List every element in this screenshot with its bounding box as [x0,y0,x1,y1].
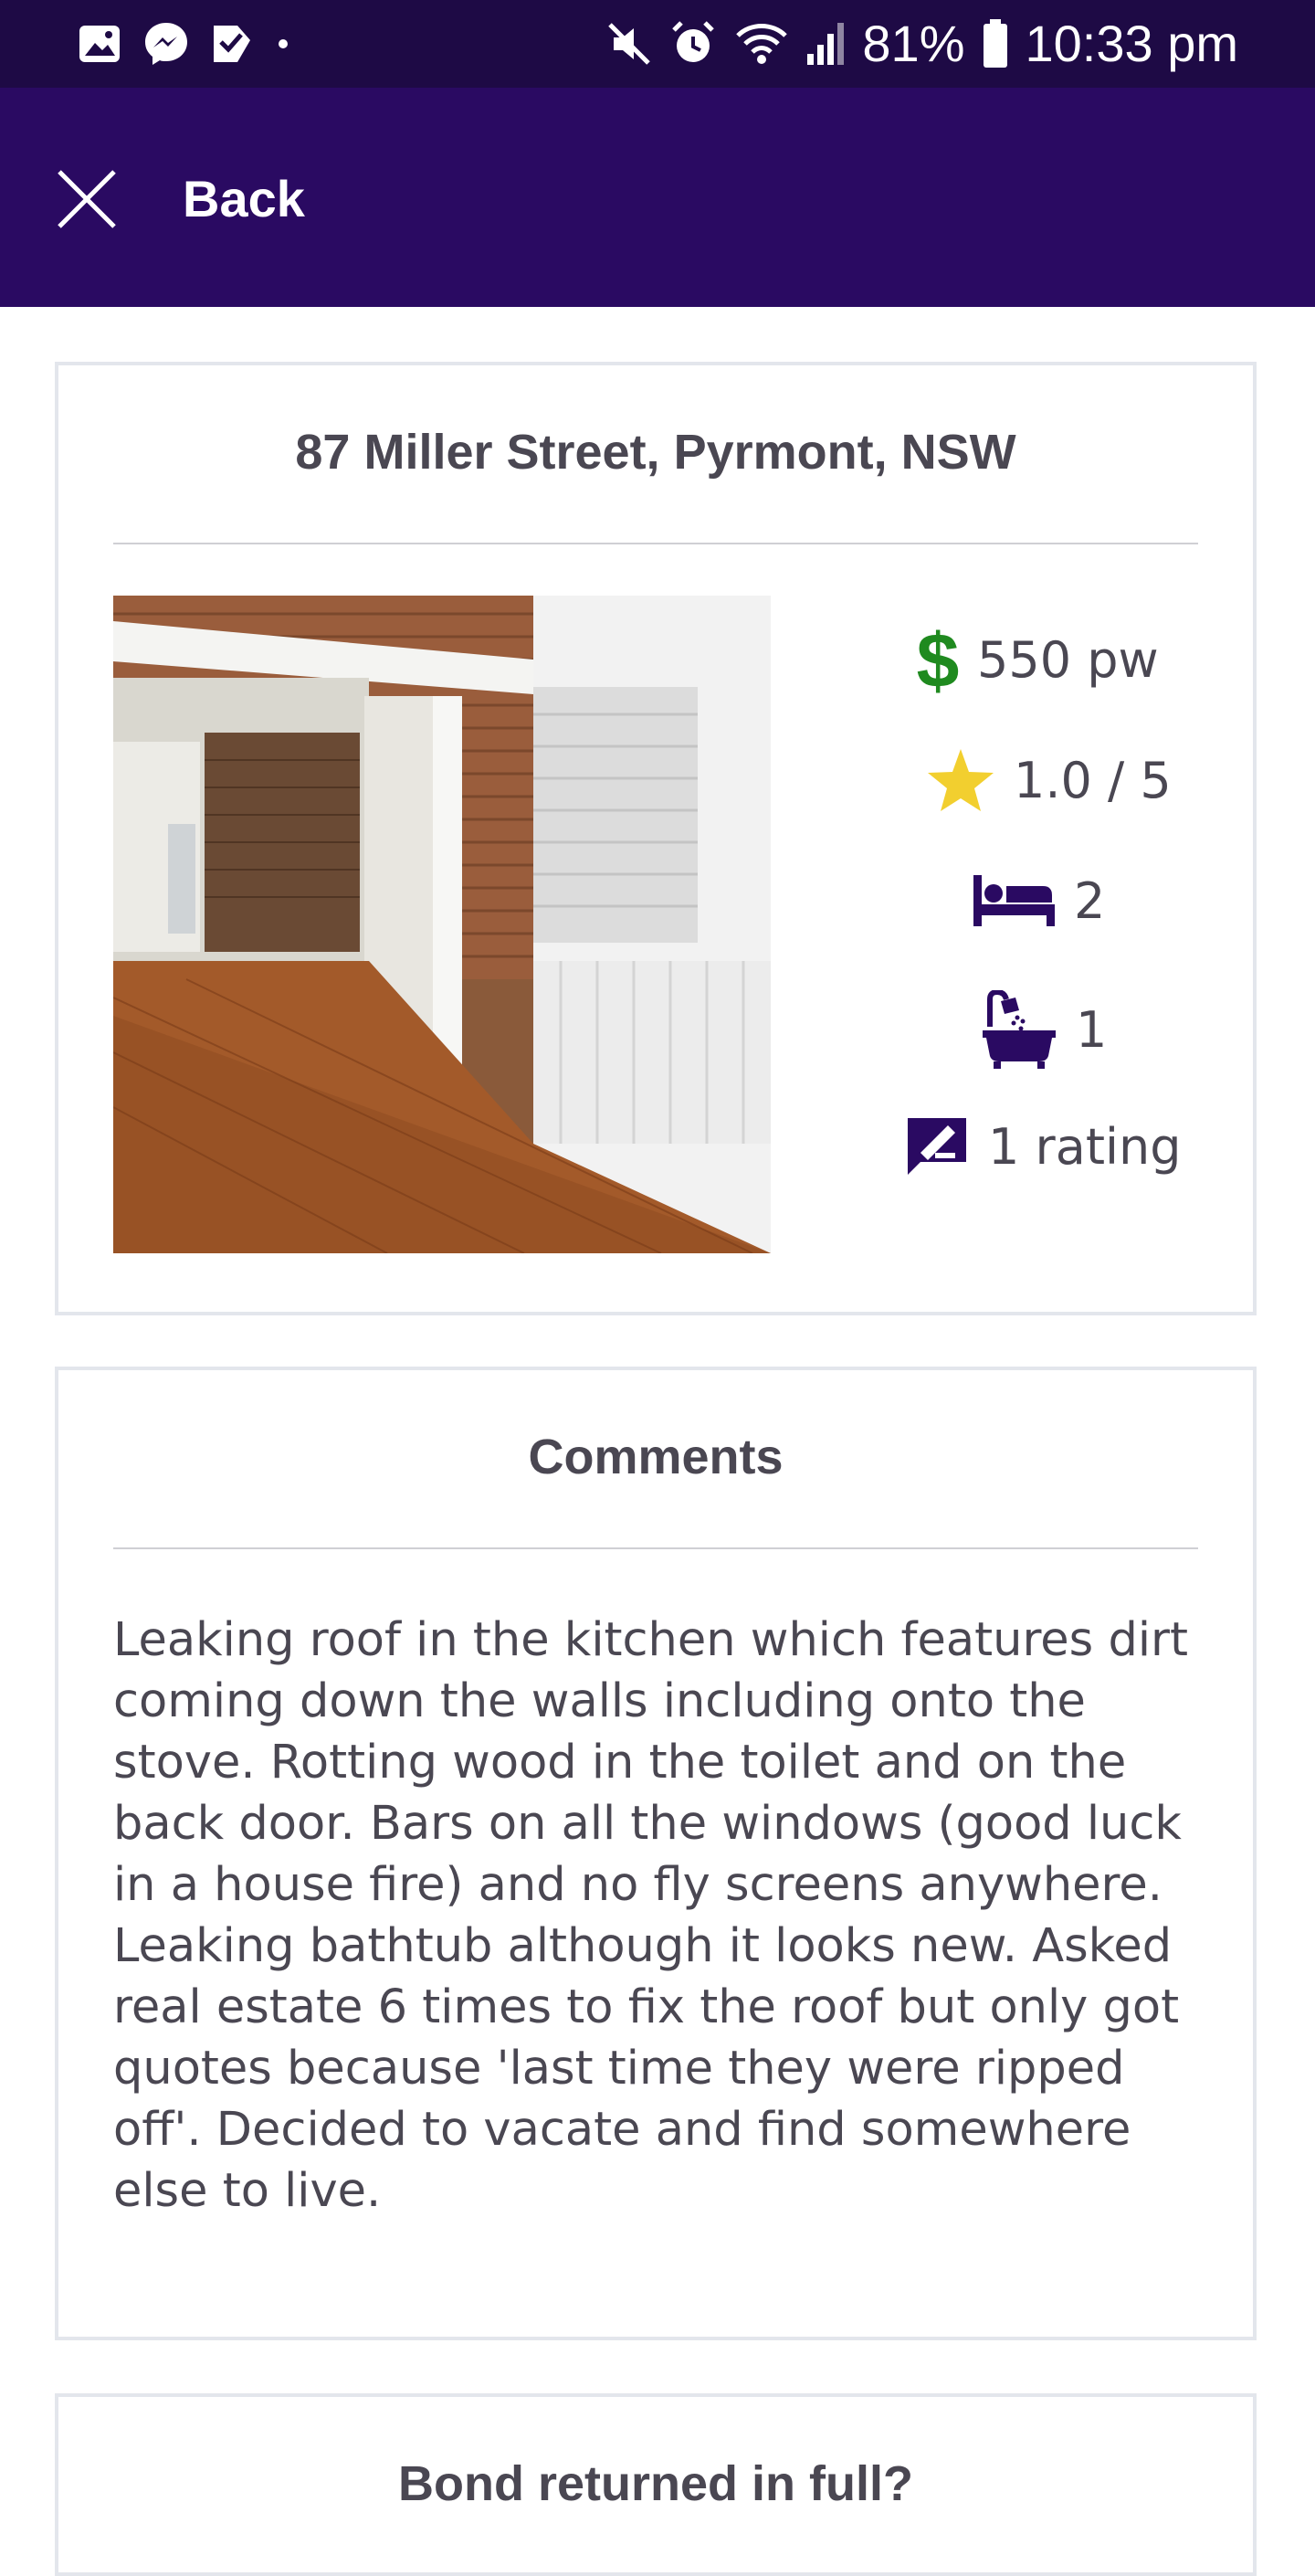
dot-icon [279,39,288,48]
back-button[interactable]: Back [55,166,305,232]
battery-percent: 81% [862,15,965,72]
status-left-icons [77,20,292,68]
bathtub-icon [983,990,1056,1069]
clock: 10:33 pm [1025,15,1239,72]
bathrooms-stat: 1 [981,990,1107,1069]
close-icon[interactable] [55,167,119,231]
comment-body: Leaking roof in the kitchen which featur… [113,1613,1188,2218]
star-icon [928,749,994,811]
status-bar: 81% 10:33 pm [0,0,1315,88]
battery-icon [983,19,1007,68]
property-photo[interactable] [113,596,771,1253]
room-photo-image [113,596,771,1253]
bond-title: Bond returned in full? [398,2456,913,2511]
messenger-icon [145,23,187,65]
back-label[interactable]: Back [183,166,305,232]
rating-stat: 1.0 / 5 [926,747,1172,813]
property-card: 87 Miller Street, Pyrmont, NSW $ 550 pw … [55,362,1257,1315]
price-value: 550 pw [977,630,1159,689]
price-stat: $ 550 pw [917,623,1159,696]
review-icon [908,1118,966,1175]
bedrooms-stat: 2 [972,871,1105,930]
comments-title: Comments [528,1430,784,1484]
divider [113,543,1198,544]
bathrooms-value: 1 [1076,1000,1108,1059]
check-app-icon [214,26,250,62]
gallery-icon [79,26,120,62]
status-right: 81% 10:33 pm [606,13,1238,75]
rating-count-value: 1 rating [988,1117,1182,1176]
app-bar: Back [0,88,1315,307]
bedrooms-value: 2 [1074,871,1106,930]
mute-icon [608,23,651,65]
alarm-icon [672,21,715,62]
rating-value: 1.0 / 5 [1014,751,1172,809]
signal-icon [807,23,845,65]
bond-card: Bond returned in full? [55,2393,1257,2576]
wifi-icon [736,24,788,64]
divider [113,1547,1198,1549]
bed-icon [973,875,1055,926]
comments-card: Comments Leaking roof in the kitchen whi… [55,1367,1257,2340]
property-address: 87 Miller Street, Pyrmont, NSW [295,425,1016,480]
svg-text:$: $ [917,623,959,696]
rating-count-stat: 1 rating [904,1114,1182,1178]
dollar-icon: $ [917,623,959,696]
